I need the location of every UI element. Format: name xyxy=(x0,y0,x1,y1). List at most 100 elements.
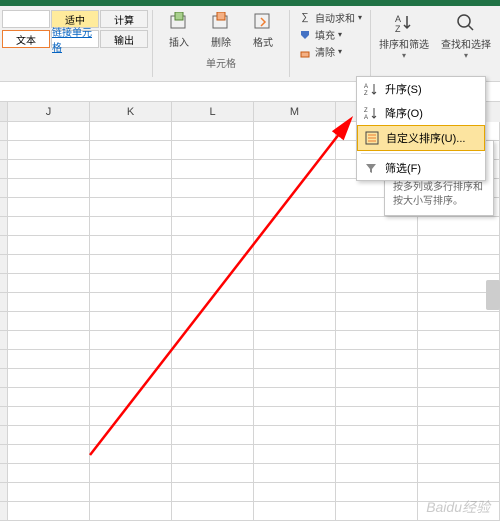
cell[interactable] xyxy=(336,312,418,331)
cell[interactable] xyxy=(418,388,500,407)
row-header[interactable] xyxy=(0,160,8,179)
cell[interactable] xyxy=(8,407,90,426)
cell[interactable] xyxy=(172,483,254,502)
cell[interactable] xyxy=(8,388,90,407)
cell[interactable] xyxy=(172,464,254,483)
cell[interactable] xyxy=(418,217,500,236)
cell[interactable] xyxy=(8,179,90,198)
cell[interactable] xyxy=(172,331,254,350)
cell[interactable] xyxy=(8,502,90,521)
cell[interactable] xyxy=(418,407,500,426)
cell[interactable] xyxy=(172,141,254,160)
cell[interactable] xyxy=(90,483,172,502)
style-item[interactable]: 输出 xyxy=(100,30,148,48)
cell[interactable] xyxy=(254,445,336,464)
row-header[interactable] xyxy=(0,331,8,350)
cell[interactable] xyxy=(90,312,172,331)
cell[interactable] xyxy=(8,198,90,217)
row-header[interactable] xyxy=(0,255,8,274)
cell[interactable] xyxy=(172,407,254,426)
row-header[interactable] xyxy=(0,122,8,141)
cell[interactable] xyxy=(418,426,500,445)
cell[interactable] xyxy=(172,388,254,407)
autosum-button[interactable]: ∑ 自动求和 ▾ xyxy=(298,10,362,25)
cell[interactable] xyxy=(172,217,254,236)
cell[interactable] xyxy=(8,293,90,312)
row-header[interactable] xyxy=(0,445,8,464)
cell[interactable] xyxy=(172,236,254,255)
cell[interactable] xyxy=(254,160,336,179)
row-header[interactable] xyxy=(0,426,8,445)
cell[interactable] xyxy=(8,312,90,331)
cell[interactable] xyxy=(90,388,172,407)
cell[interactable] xyxy=(254,426,336,445)
cell[interactable] xyxy=(254,293,336,312)
row-header[interactable] xyxy=(0,464,8,483)
fill-button[interactable]: 填充 ▾ xyxy=(298,27,362,42)
cell[interactable] xyxy=(8,331,90,350)
filter-item[interactable]: 筛选(F) xyxy=(357,156,485,180)
cell[interactable] xyxy=(8,464,90,483)
cell[interactable] xyxy=(254,274,336,293)
cell[interactable] xyxy=(336,255,418,274)
cell[interactable] xyxy=(8,483,90,502)
sort-descending-item[interactable]: ZA 降序(O) xyxy=(357,101,485,125)
cell[interactable] xyxy=(254,198,336,217)
cell[interactable] xyxy=(90,426,172,445)
row-header[interactable] xyxy=(0,236,8,255)
cell[interactable] xyxy=(90,122,172,141)
cell[interactable] xyxy=(254,388,336,407)
cell[interactable] xyxy=(418,369,500,388)
cell[interactable] xyxy=(254,236,336,255)
cell[interactable] xyxy=(90,502,172,521)
insert-button[interactable]: 插入 xyxy=(161,10,197,49)
row-header[interactable] xyxy=(0,407,8,426)
row-header[interactable] xyxy=(0,141,8,160)
cell[interactable] xyxy=(172,274,254,293)
cell[interactable] xyxy=(90,236,172,255)
cell[interactable] xyxy=(336,464,418,483)
cell[interactable] xyxy=(418,350,500,369)
cell[interactable] xyxy=(172,179,254,198)
column-header[interactable]: K xyxy=(90,102,172,122)
cell[interactable] xyxy=(172,445,254,464)
cell[interactable] xyxy=(254,464,336,483)
cell[interactable] xyxy=(254,217,336,236)
cell[interactable] xyxy=(336,369,418,388)
cell[interactable] xyxy=(172,255,254,274)
cell[interactable] xyxy=(90,350,172,369)
row-header[interactable] xyxy=(0,350,8,369)
format-button[interactable]: 格式 xyxy=(245,10,281,49)
row-header[interactable] xyxy=(0,293,8,312)
cell[interactable] xyxy=(172,312,254,331)
vertical-scrollbar[interactable] xyxy=(486,280,500,310)
cell[interactable] xyxy=(172,293,254,312)
cell[interactable] xyxy=(90,331,172,350)
select-all-corner[interactable] xyxy=(0,102,8,122)
row-header[interactable] xyxy=(0,274,8,293)
cell[interactable] xyxy=(254,502,336,521)
cell[interactable] xyxy=(90,293,172,312)
cell[interactable] xyxy=(90,141,172,160)
custom-sort-item[interactable]: 自定义排序(U)... xyxy=(357,125,485,151)
cell[interactable] xyxy=(254,407,336,426)
cell[interactable] xyxy=(8,426,90,445)
cell[interactable] xyxy=(90,160,172,179)
cell[interactable] xyxy=(336,502,418,521)
cell[interactable] xyxy=(254,179,336,198)
cell[interactable] xyxy=(336,483,418,502)
cell[interactable] xyxy=(172,198,254,217)
cell[interactable] xyxy=(336,407,418,426)
cell[interactable] xyxy=(90,464,172,483)
cell[interactable] xyxy=(254,312,336,331)
column-header[interactable]: J xyxy=(8,102,90,122)
cell[interactable] xyxy=(254,331,336,350)
style-item[interactable] xyxy=(2,10,50,28)
cell[interactable] xyxy=(8,141,90,160)
cell[interactable] xyxy=(90,407,172,426)
find-select-group[interactable]: 查找和选择 ▾ xyxy=(435,6,497,81)
cell[interactable] xyxy=(418,255,500,274)
cell[interactable] xyxy=(336,236,418,255)
row-header[interactable] xyxy=(0,312,8,331)
cell[interactable] xyxy=(8,122,90,141)
